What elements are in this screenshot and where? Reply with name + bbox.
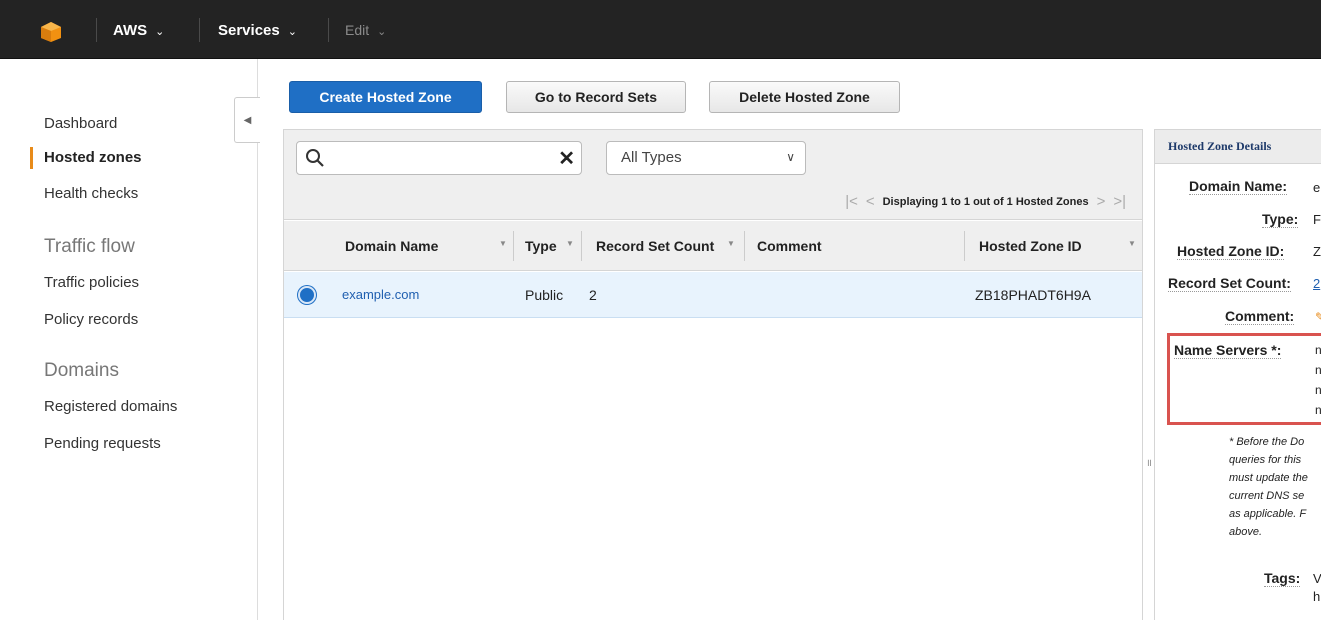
collapse-sidebar-button[interactable]: ◀ — [234, 97, 260, 143]
col-hosted-zone-id[interactable]: Hosted Zone ID — [979, 238, 1082, 254]
create-hosted-zone-button[interactable]: Create Hosted Zone — [289, 81, 482, 113]
chevron-left-icon: ◀ — [243, 114, 252, 126]
sidebar-item-policy-records[interactable]: Policy records — [44, 311, 138, 328]
sidebar-item-hosted-zones[interactable]: Hosted zones — [44, 149, 142, 166]
go-to-record-sets-button[interactable]: Go to Record Sets — [506, 81, 686, 113]
sidebar-section-traffic-flow: Traffic flow — [44, 236, 135, 257]
col-domain-name[interactable]: Domain Name — [345, 238, 438, 254]
type-value: F — [1313, 212, 1321, 227]
domain-name-link[interactable]: example.com — [342, 287, 419, 302]
services-menu[interactable]: Services ⌄ — [218, 22, 297, 39]
name-server-1: n — [1315, 343, 1321, 357]
note-line: as applicable. F — [1229, 508, 1307, 520]
name-servers-label: Name Servers *: — [1174, 342, 1282, 359]
tags-value: h — [1313, 589, 1321, 604]
close-icon[interactable]: ✕ — [558, 146, 575, 171]
aws-menu-label: AWS — [113, 22, 148, 39]
filter-toolbar: ✕ All Types ∨ |< < Displaying 1 to 1 out… — [284, 130, 1142, 220]
top-nav-bar: AWS ⌄ Services ⌄ Edit ⌄ — [0, 0, 1321, 59]
sort-icon[interactable]: ▼ — [1128, 239, 1136, 248]
next-page-icon[interactable]: > — [1097, 193, 1106, 210]
col-type[interactable]: Type — [525, 238, 557, 254]
aws-cube-icon[interactable] — [40, 21, 62, 43]
note-line: current DNS se — [1229, 490, 1305, 502]
pagination: |< < Displaying 1 to 1 out of 1 Hosted Z… — [845, 193, 1126, 210]
chevron-down-icon: ⌄ — [377, 26, 387, 38]
prev-page-icon[interactable]: < — [866, 193, 875, 210]
sort-icon[interactable]: ▼ — [727, 239, 735, 248]
aws-menu[interactable]: AWS ⌄ — [113, 22, 164, 39]
tags-label: Tags: — [1264, 570, 1301, 587]
domain-name-label: Domain Name: — [1189, 178, 1288, 195]
column-divider — [964, 231, 965, 261]
hosted-zone-id-label: Hosted Zone ID: — [1177, 243, 1285, 260]
note-line: must update the — [1229, 472, 1308, 484]
hosted-zone-details-panel: Hosted Zone Details Domain Name: e Type:… — [1154, 129, 1321, 620]
record-count-cell: 2 — [589, 287, 597, 303]
name-server-3: n — [1315, 383, 1321, 397]
type-label: Type: — [1262, 211, 1299, 228]
chevron-down-icon: ⌄ — [287, 26, 297, 38]
hosted-zone-id-value: Z — [1313, 244, 1321, 259]
table-row[interactable]: example.com Public 2 ZB18PHADT6H9A — [284, 272, 1142, 318]
column-divider — [744, 231, 745, 261]
sidebar-section-domains: Domains — [44, 360, 119, 381]
domain-name-value: e — [1313, 180, 1321, 195]
comment-label: Comment: — [1225, 308, 1295, 325]
edit-comment-icon[interactable]: ✎ — [1315, 310, 1321, 324]
note-line: * Before the Do — [1229, 436, 1305, 448]
col-comment[interactable]: Comment — [757, 238, 822, 254]
nav-divider — [328, 18, 329, 42]
note-line: above. — [1229, 526, 1263, 538]
sidebar-item-traffic-policies[interactable]: Traffic policies — [44, 274, 139, 291]
sidebar-item-dashboard[interactable]: Dashboard — [44, 115, 117, 132]
active-indicator — [30, 147, 33, 169]
record-set-count-link[interactable]: 2 — [1313, 276, 1320, 291]
search-icon — [306, 149, 324, 167]
services-menu-label: Services — [218, 22, 280, 39]
sidebar-item-health-checks[interactable]: Health checks — [44, 185, 138, 202]
type-cell: Public — [525, 287, 564, 303]
nav-divider — [199, 18, 200, 42]
last-page-icon[interactable]: >| — [1113, 193, 1126, 210]
search-input[interactable]: ✕ — [296, 141, 582, 175]
col-record-set-count[interactable]: Record Set Count — [596, 238, 714, 254]
edit-menu-label: Edit — [345, 22, 370, 38]
record-set-count-label: Record Set Count: — [1168, 275, 1291, 292]
resize-handle[interactable]: ॥ — [1146, 455, 1152, 469]
sort-icon[interactable]: ▼ — [566, 239, 574, 248]
sidebar: Dashboard Hosted zones Health checks Tra… — [0, 59, 258, 620]
type-filter-value: All Types — [621, 149, 682, 166]
tags-value: V — [1313, 571, 1321, 586]
sidebar-item-pending-requests[interactable]: Pending requests — [44, 435, 161, 452]
edit-menu[interactable]: Edit ⌄ — [345, 22, 386, 38]
sort-icon[interactable]: ▼ — [499, 239, 507, 248]
first-page-icon[interactable]: |< — [845, 193, 858, 210]
type-filter-select[interactable]: All Types ∨ — [606, 141, 806, 175]
zone-id-cell: ZB18PHADT6H9A — [975, 287, 1091, 303]
pagination-text: Displaying 1 to 1 out of 1 Hosted Zones — [882, 195, 1089, 208]
chevron-down-icon: ⌄ — [155, 26, 165, 38]
name-server-2: n — [1315, 363, 1321, 377]
nav-divider — [96, 18, 97, 42]
hosted-zones-panel: ✕ All Types ∨ |< < Displaying 1 to 1 out… — [283, 129, 1143, 620]
column-divider — [513, 231, 514, 261]
chevron-down-icon: ∨ — [786, 150, 795, 164]
details-header: Hosted Zone Details — [1155, 130, 1321, 164]
table-header: Domain Name ▼ Type ▼ Record Set Count ▼ … — [284, 221, 1142, 271]
delete-hosted-zone-button[interactable]: Delete Hosted Zone — [709, 81, 900, 113]
name-server-4: n — [1315, 403, 1321, 417]
column-divider — [581, 231, 582, 261]
sidebar-item-registered-domains[interactable]: Registered domains — [44, 398, 177, 415]
row-select-radio[interactable] — [298, 286, 316, 304]
note-line: queries for this — [1229, 454, 1302, 466]
